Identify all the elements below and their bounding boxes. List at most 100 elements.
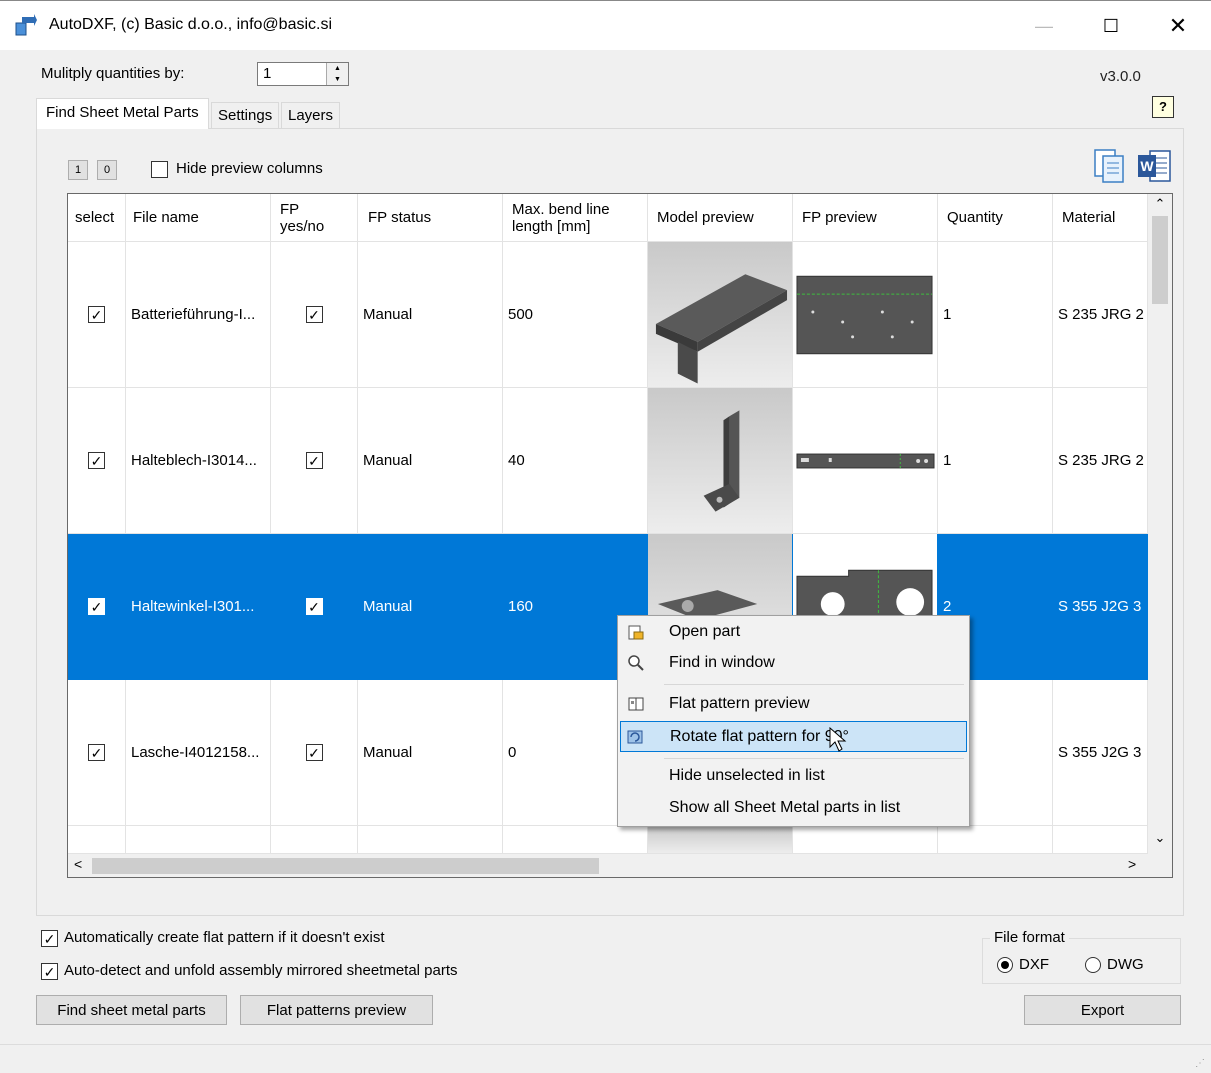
close-button[interactable]: ✕ — [1155, 1, 1201, 51]
model-preview-cell[interactable] — [648, 826, 793, 854]
select-all-button[interactable]: 1 — [68, 160, 88, 180]
header-model-preview[interactable]: Model preview — [648, 194, 793, 242]
flat-patterns-preview-button[interactable]: Flat patterns preview — [240, 995, 433, 1025]
table-row-selected[interactable]: ✓ Haltewinkel-I301... ✓ Manual 160 2 S 3… — [68, 534, 1148, 680]
bend-length-cell[interactable]: 40 — [503, 388, 648, 534]
file-name-cell[interactable]: Batterieführung-I... — [126, 242, 271, 388]
fp-yes-no-cell[interactable]: ✓ — [271, 534, 358, 680]
fp-preview-cell[interactable] — [793, 242, 938, 388]
scroll-up-icon[interactable]: ⌃ — [1148, 196, 1172, 212]
fp-checkbox[interactable]: ✓ — [305, 598, 323, 615]
hide-preview-checkbox[interactable] — [151, 161, 168, 178]
fp-status-cell[interactable]: Manual — [358, 388, 503, 534]
fp-status-cell[interactable]: Manual — [358, 680, 503, 826]
menu-item-show-all-sheet-metal[interactable]: Show all Sheet Metal parts in list — [620, 794, 967, 822]
tab-layers[interactable]: Layers — [281, 102, 341, 128]
menu-item-rotate-flat-pattern[interactable]: Rotate flat pattern for 90° — [620, 721, 967, 752]
menu-item-open-part[interactable]: Open part — [620, 618, 967, 646]
row-select-cell[interactable]: ✓ — [68, 242, 126, 388]
dwg-radio[interactable] — [1085, 957, 1101, 973]
material-cell[interactable] — [1053, 826, 1148, 854]
multiply-quantity-stepper[interactable]: 1 ▲ ▼ — [257, 62, 349, 86]
dxf-radio[interactable] — [997, 957, 1013, 973]
header-file-name[interactable]: File name — [126, 194, 271, 242]
table-row[interactable] — [68, 826, 1148, 854]
multiply-value[interactable]: 1 — [263, 65, 271, 82]
fp-preview-cell[interactable] — [793, 826, 938, 854]
horizontal-scrollbar[interactable]: < > — [68, 854, 1148, 877]
row-select-cell[interactable] — [68, 826, 126, 854]
menu-item-hide-unselected[interactable]: Hide unselected in list — [620, 762, 967, 790]
help-icon[interactable]: ? — [1152, 96, 1174, 118]
quantity-cell[interactable]: 1 — [938, 242, 1053, 388]
spin-down-icon[interactable]: ▼ — [327, 74, 348, 85]
fp-status-cell[interactable]: Manual — [358, 242, 503, 388]
fp-yes-no-cell[interactable]: ✓ — [271, 388, 358, 534]
header-select[interactable]: select — [68, 194, 126, 242]
bend-length-cell[interactable] — [503, 826, 648, 854]
header-fp-status[interactable]: FP status — [358, 194, 503, 242]
header-max-bend-length[interactable]: Max. bend line length [mm] — [503, 194, 648, 242]
header-fp-preview[interactable]: FP preview — [793, 194, 938, 242]
fp-checkbox[interactable]: ✓ — [305, 452, 323, 469]
maximize-button[interactable]: ☐ — [1088, 1, 1134, 51]
vertical-scroll-thumb[interactable] — [1152, 216, 1168, 304]
export-button[interactable]: Export — [1024, 995, 1181, 1025]
table-row[interactable]: ✓ Halteblech-I3014... ✓ Manual 40 1 S 23… — [68, 388, 1148, 534]
fp-status-cell[interactable]: Manual — [358, 534, 503, 680]
material-cell[interactable]: S 355 J2G 3 — [1053, 680, 1148, 826]
header-quantity[interactable]: Quantity — [938, 194, 1053, 242]
select-none-button[interactable]: 0 — [97, 160, 117, 180]
row-select-checkbox[interactable]: ✓ — [88, 452, 105, 469]
dwg-label[interactable]: DWG — [1107, 956, 1144, 973]
fp-yes-no-cell[interactable]: ✓ — [271, 680, 358, 826]
model-preview-cell[interactable] — [648, 242, 793, 388]
material-cell[interactable]: S 355 J2G 3 — [1053, 534, 1148, 680]
minimize-button[interactable]: — — [1021, 1, 1067, 51]
quantity-cell[interactable] — [938, 826, 1053, 854]
material-cell[interactable]: S 235 JRG 2 — [1053, 388, 1148, 534]
menu-item-find-in-window[interactable]: Find in window — [620, 649, 967, 677]
quantity-cell[interactable]: 1 — [938, 388, 1053, 534]
find-sheet-metal-parts-button[interactable]: Find sheet metal parts — [36, 995, 227, 1025]
spin-buttons[interactable]: ▲ ▼ — [326, 63, 348, 85]
row-select-cell[interactable]: ✓ — [68, 680, 126, 826]
row-select-checkbox[interactable]: ✓ — [88, 744, 105, 761]
table-row[interactable]: ✓ Lasche-I4012158... ✓ Manual 0 S 355 J2… — [68, 680, 1148, 826]
material-cell[interactable]: S 235 JRG 2 — [1053, 242, 1148, 388]
fp-preview-cell[interactable] — [793, 388, 938, 534]
fp-checkbox[interactable]: ✓ — [305, 306, 323, 323]
scroll-right-icon[interactable]: > — [1128, 856, 1136, 872]
scroll-down-icon[interactable]: ⌄ — [1148, 830, 1172, 846]
word-export-icon[interactable]: W — [1136, 148, 1172, 184]
row-select-checkbox[interactable]: ✓ — [88, 306, 105, 323]
tab-find-sheet-metal-parts[interactable]: Find Sheet Metal Parts — [36, 98, 209, 129]
file-name-cell[interactable]: Haltewinkel-I301... — [126, 534, 271, 680]
fp-checkbox[interactable]: ✓ — [305, 744, 323, 761]
vertical-scrollbar[interactable]: ⌃ ⌄ — [1148, 194, 1172, 854]
header-fp-yes-no[interactable]: FP yes/no — [271, 194, 358, 242]
table-row[interactable]: ✓ Batterieführung-I... ✓ Manual 500 1 S … — [68, 242, 1148, 388]
header-material[interactable]: Material — [1053, 194, 1148, 242]
row-select-cell[interactable]: ✓ — [68, 534, 126, 680]
copy-icon[interactable] — [1091, 148, 1127, 184]
row-select-checkbox[interactable]: ✓ — [88, 598, 105, 615]
auto-detect-mirrored-checkbox[interactable]: ✓ — [41, 963, 58, 980]
dxf-label[interactable]: DXF — [1019, 956, 1049, 973]
fp-yes-no-cell[interactable] — [271, 826, 358, 854]
fp-status-cell[interactable] — [358, 826, 503, 854]
menu-item-flat-pattern-preview[interactable]: Flat pattern preview — [620, 690, 967, 718]
model-preview-cell[interactable] — [648, 388, 793, 534]
fp-yes-no-cell[interactable]: ✓ — [271, 242, 358, 388]
bend-length-cell[interactable]: 500 — [503, 242, 648, 388]
horizontal-scroll-thumb[interactable] — [92, 858, 599, 874]
file-name-cell[interactable]: Lasche-I4012158... — [126, 680, 271, 826]
resize-grip-icon[interactable]: ⋰ — [1195, 1058, 1205, 1069]
file-name-cell[interactable] — [126, 826, 271, 854]
auto-create-flat-pattern-checkbox[interactable]: ✓ — [41, 930, 58, 947]
row-select-cell[interactable]: ✓ — [68, 388, 126, 534]
spin-up-icon[interactable]: ▲ — [327, 63, 348, 74]
tab-settings[interactable]: Settings — [211, 102, 280, 128]
file-name-cell[interactable]: Halteblech-I3014... — [126, 388, 271, 534]
scroll-left-icon[interactable]: < — [74, 856, 82, 872]
